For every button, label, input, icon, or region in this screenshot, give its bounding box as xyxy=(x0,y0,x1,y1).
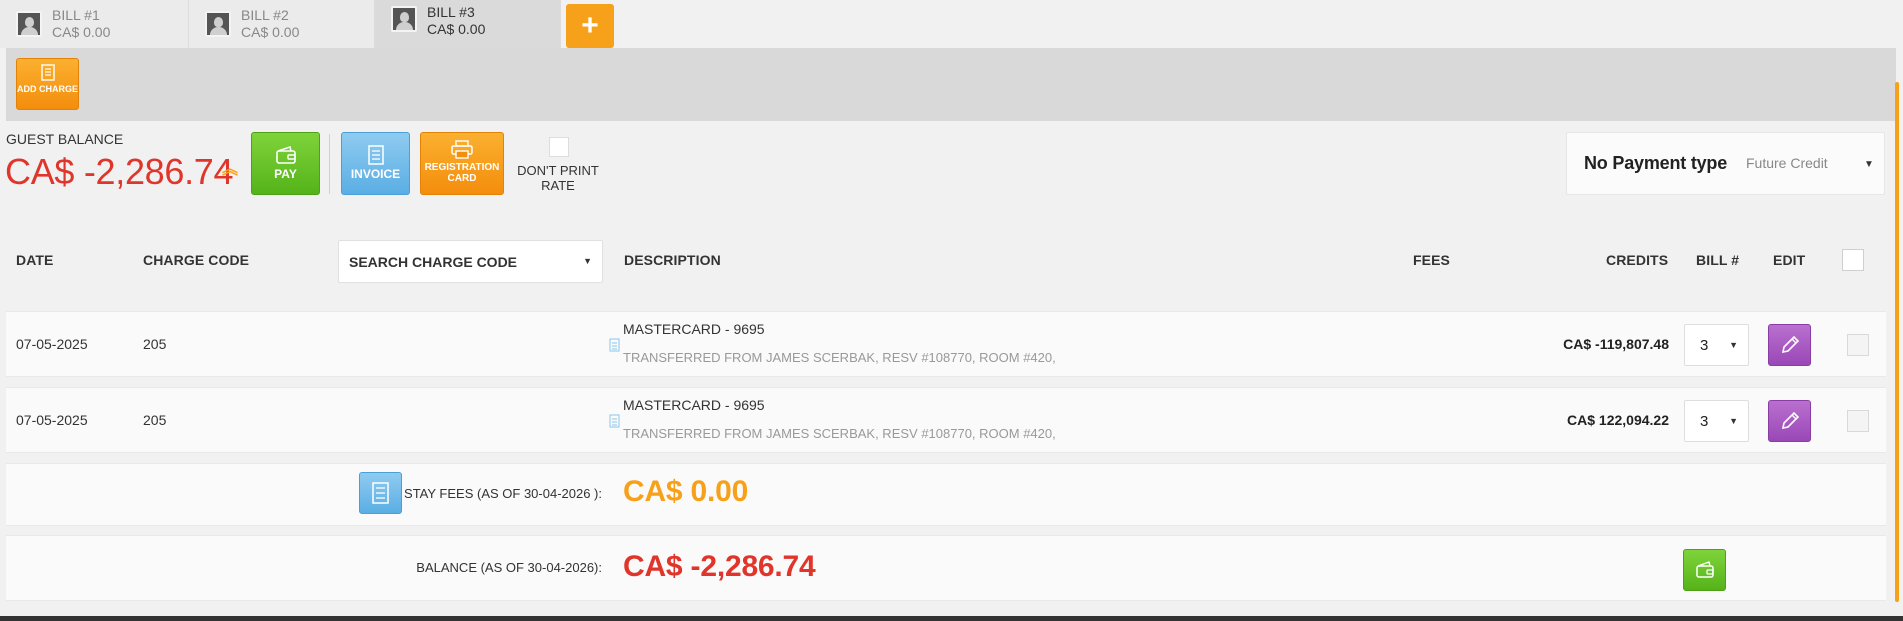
row-description: MASTERCARD - 9695 xyxy=(623,397,765,413)
guest-avatar-icon xyxy=(16,11,42,37)
payment-type-box: No Payment type Future Credit ▼ xyxy=(1566,132,1885,195)
row-date: 07-05-2025 xyxy=(16,336,88,352)
bill-number-value: 3 xyxy=(1700,413,1709,430)
stay-fees-details-button[interactable] xyxy=(359,472,402,514)
header-bill-number: BILL # xyxy=(1696,252,1740,268)
divider xyxy=(329,134,330,194)
wallet-icon xyxy=(275,146,296,164)
bill-number-select[interactable]: 3 ▼ xyxy=(1684,400,1749,442)
edit-button[interactable] xyxy=(1768,324,1811,366)
tab-bill-3[interactable]: BILL #3 CA$ 0.00 xyxy=(375,0,561,48)
bill-number-value: 3 xyxy=(1700,337,1709,354)
row-charge-code: 205 xyxy=(143,412,167,428)
header-charge-code: CHARGE CODE xyxy=(143,252,250,268)
tab-amount: CA$ 0.00 xyxy=(241,24,300,40)
pay-balance-button[interactable] xyxy=(1683,549,1726,591)
invoice-label: INVOICE xyxy=(350,167,401,181)
header-description: DESCRIPTION xyxy=(624,252,721,268)
invoice-button[interactable]: INVOICE xyxy=(341,132,410,195)
guest-avatar-icon xyxy=(391,6,417,32)
caret-down-icon[interactable]: ▼ xyxy=(1864,159,1874,170)
stay-fees-amount: CA$ 0.00 xyxy=(623,475,749,508)
search-charge-code-label: SEARCH CHARGE CODE xyxy=(349,254,518,270)
add-bill-button[interactable]: + xyxy=(566,4,614,48)
tab-title: BILL #2 xyxy=(241,7,289,23)
pay-label: PAY xyxy=(274,167,297,181)
row-note: TRANSFERRED FROM JAMES SCERBAK, RESV #10… xyxy=(623,426,1056,441)
document-icon xyxy=(372,482,389,504)
bill-tabs: BILL #1 CA$ 0.00 BILL #2 CA$ 0.00 BILL #… xyxy=(0,0,1903,48)
payment-type-select[interactable]: Future Credit xyxy=(1746,155,1828,171)
document-icon xyxy=(367,145,384,165)
tab-amount: CA$ 0.00 xyxy=(427,21,486,37)
tab-bill-2[interactable]: BILL #2 CA$ 0.00 xyxy=(189,0,375,48)
edit-button[interactable] xyxy=(1768,400,1811,442)
row-checkbox[interactable] xyxy=(1847,410,1869,432)
row-charge-code: 205 xyxy=(143,336,167,352)
document-icon[interactable] xyxy=(609,338,620,352)
guest-avatar-icon xyxy=(205,11,231,37)
table-row: 07-05-2025 205 MASTERCARD - 9695 TRANSFE… xyxy=(6,387,1886,453)
search-charge-code-select[interactable]: SEARCH CHARGE CODE ▼ xyxy=(338,240,603,283)
tab-amount: CA$ 0.00 xyxy=(52,24,111,40)
header-date: DATE xyxy=(16,252,54,268)
guest-balance-label: GUEST BALANCE xyxy=(6,131,124,147)
pay-button[interactable]: PAY xyxy=(251,132,320,195)
pencil-icon xyxy=(1781,411,1800,430)
add-charge-label: ADD CHARGE xyxy=(17,84,79,94)
scrollbar[interactable] xyxy=(1895,82,1899,602)
header-credits: CREDITS xyxy=(1606,252,1669,268)
table-row: 07-05-2025 205 MASTERCARD - 9695 TRANSFE… xyxy=(6,311,1886,377)
dont-print-rate-checkbox[interactable] xyxy=(549,137,569,157)
add-charge-button[interactable]: ADD CHARGE xyxy=(16,58,79,110)
caret-down-icon: ▼ xyxy=(583,256,592,266)
printer-icon xyxy=(451,140,473,159)
payment-type-title: No Payment type xyxy=(1584,153,1728,173)
balance-label: BALANCE (AS OF 30-04-2026): xyxy=(416,560,602,575)
balance-amount: CA$ -2,286.74 xyxy=(623,550,816,583)
document-icon[interactable] xyxy=(609,414,620,428)
stay-fees-row: STAY FEES (AS OF 30-04-2026 ): CA$ 0.00 xyxy=(6,463,1886,526)
stay-fees-label: STAY FEES (AS OF 30-04-2026 ): xyxy=(404,486,602,501)
wallet-icon xyxy=(1696,561,1714,578)
row-note: TRANSFERRED FROM JAMES SCERBAK, RESV #10… xyxy=(623,350,1056,365)
bill-number-select[interactable]: 3 ▼ xyxy=(1684,324,1749,366)
row-credits: CA$ -119,807.48 xyxy=(1563,336,1669,352)
registration-card-button[interactable]: REGISTRATION CARD xyxy=(420,132,504,195)
header-fees: FEES xyxy=(1413,252,1450,268)
balance-row: BALANCE (AS OF 30-04-2026): CA$ -2,286.7… xyxy=(6,535,1886,601)
receipt-icon xyxy=(40,64,55,81)
tab-title: BILL #1 xyxy=(52,7,100,23)
row-credits: CA$ 122,094.22 xyxy=(1567,412,1669,428)
dont-print-rate-label: DON'T PRINT RATE xyxy=(517,163,599,193)
row-checkbox[interactable] xyxy=(1847,334,1869,356)
caret-down-icon: ▼ xyxy=(1729,340,1738,350)
guest-balance-amount: CA$ -2,286.74 xyxy=(5,151,234,192)
row-date: 07-05-2025 xyxy=(16,412,88,428)
double-chevron-up-icon[interactable]: ︽ xyxy=(222,162,238,178)
tab-title: BILL #3 xyxy=(427,4,475,20)
charge-toolbar: ADD CHARGE xyxy=(6,48,1896,121)
select-all-checkbox[interactable] xyxy=(1842,249,1864,271)
pencil-icon xyxy=(1781,335,1800,354)
caret-down-icon: ▼ xyxy=(1729,416,1738,426)
registration-card-label: REGISTRATION CARD xyxy=(424,162,500,184)
bottom-border xyxy=(0,616,1903,621)
header-edit: EDIT xyxy=(1773,252,1806,268)
row-description: MASTERCARD - 9695 xyxy=(623,321,765,337)
tab-bill-1[interactable]: BILL #1 CA$ 0.00 xyxy=(0,0,189,48)
